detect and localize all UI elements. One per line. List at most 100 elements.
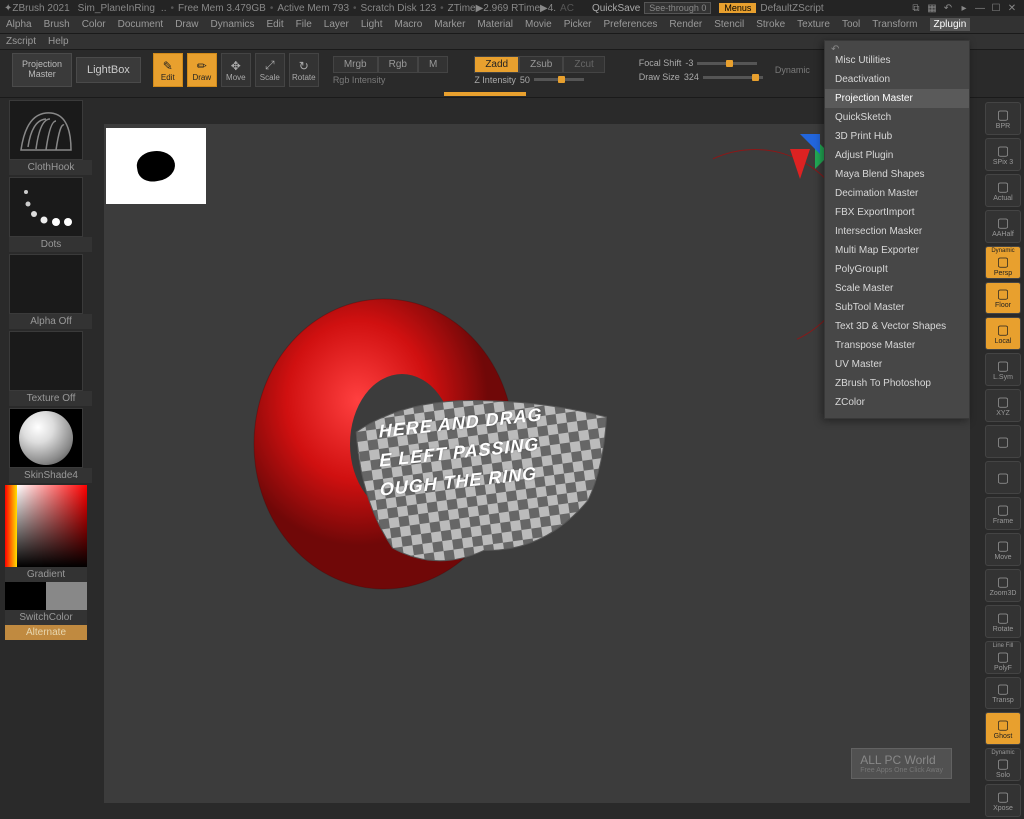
mrgb-button[interactable]: Mrgb [333, 56, 378, 73]
switchcolor-button[interactable]: SwitchColor [5, 610, 87, 625]
zadd-button[interactable]: Zadd [474, 56, 519, 73]
plugin-zcolor[interactable]: ZColor [825, 393, 969, 412]
z-intensity-slider[interactable] [534, 78, 584, 81]
menu-picker[interactable]: Picker [564, 19, 592, 30]
plugin-zbrush-to-photoshop[interactable]: ZBrush To Photoshop [825, 374, 969, 393]
menu-zscript[interactable]: Zscript [6, 36, 36, 47]
menus-toggle[interactable]: Menus [719, 3, 756, 13]
plugin-maya-blend-shapes[interactable]: Maya Blend Shapes [825, 165, 969, 184]
z-intensity-value[interactable]: 50 [520, 75, 530, 85]
projection-master-button[interactable]: Projection Master [12, 53, 72, 87]
local-button[interactable]: ▢Local [985, 317, 1021, 350]
target-button[interactable]: ▢ [985, 461, 1021, 494]
arrow-icon[interactable]: ▸ [957, 2, 971, 14]
gradient-label[interactable]: Gradient [5, 567, 87, 582]
layout2-icon[interactable]: ▦ [925, 2, 939, 14]
menu-alpha[interactable]: Alpha [6, 19, 32, 30]
plugin-polygroupit[interactable]: PolyGroupIt [825, 260, 969, 279]
menu-material[interactable]: Material [477, 19, 513, 30]
layout-icon[interactable]: ⧉ [909, 2, 923, 14]
plugin-intersection-masker[interactable]: Intersection Masker [825, 222, 969, 241]
menu-stencil[interactable]: Stencil [714, 19, 744, 30]
menu-edit[interactable]: Edit [266, 19, 283, 30]
floor-button[interactable]: ▢Floor [985, 282, 1021, 315]
solo-button[interactable]: Dynamic▢Solo [985, 748, 1021, 781]
ghost-button[interactable]: ▢Ghost [985, 712, 1021, 745]
default-zscript[interactable]: DefaultZScript [760, 3, 823, 14]
menu-render[interactable]: Render [669, 19, 702, 30]
plugin-projection-master[interactable]: Projection Master [825, 89, 969, 108]
minimize-icon[interactable]: — [973, 2, 987, 14]
menu-texture[interactable]: Texture [797, 19, 830, 30]
zsub-button[interactable]: Zsub [519, 56, 563, 73]
plugin-adjust-plugin[interactable]: Adjust Plugin [825, 146, 969, 165]
menu-zplugin[interactable]: Zplugin [930, 18, 971, 31]
plugin-quicksketch[interactable]: QuickSketch [825, 108, 969, 127]
scale-mode-button[interactable]: ⤢Scale [255, 53, 285, 87]
color-swatch[interactable] [5, 582, 87, 610]
menu-movie[interactable]: Movie [525, 19, 552, 30]
zcut-button[interactable]: Zcut [563, 56, 604, 73]
reload-button[interactable]: ▢ [985, 425, 1021, 458]
edit-mode-button[interactable]: ✎Edit [153, 53, 183, 87]
frame-button[interactable]: ▢Frame [985, 497, 1021, 530]
menu-layer[interactable]: Layer [324, 19, 349, 30]
color-picker[interactable] [5, 485, 87, 567]
menu-draw[interactable]: Draw [175, 19, 198, 30]
menu-transform[interactable]: Transform [872, 19, 917, 30]
alpha-preview[interactable] [106, 128, 206, 204]
plugin-subtool-master[interactable]: SubTool Master [825, 298, 969, 317]
movecam-button[interactable]: ▢Move [985, 533, 1021, 566]
maximize-icon[interactable]: ☐ [989, 2, 1003, 14]
material-thumbnail[interactable] [9, 408, 83, 468]
menu-light[interactable]: Light [361, 19, 383, 30]
draw-size-slider[interactable] [703, 76, 763, 79]
transp-button[interactable]: ▢Transp [985, 677, 1021, 710]
axis-gizmo[interactable] [770, 134, 830, 194]
stroke-thumbnail[interactable] [9, 177, 83, 237]
brush-thumbnail[interactable] [9, 100, 83, 160]
plugin-fbx-exportimport[interactable]: FBX ExportImport [825, 203, 969, 222]
zoom3d-button[interactable]: ▢Zoom3D [985, 569, 1021, 602]
dynamic-label[interactable]: Dynamic [775, 65, 810, 75]
menu-help[interactable]: Help [48, 36, 69, 47]
xyz-button[interactable]: ▢XYZ [985, 389, 1021, 422]
plugin-text-3d-vector-shapes[interactable]: Text 3D & Vector Shapes [825, 317, 969, 336]
m-button[interactable]: M [418, 56, 448, 73]
close-icon[interactable]: ✕ [1005, 2, 1019, 14]
seethrough-slider[interactable]: See-through 0 [644, 2, 711, 14]
menu-preferences[interactable]: Preferences [603, 19, 657, 30]
focal-shift-slider[interactable] [697, 62, 757, 65]
lsym-button[interactable]: ▢L.Sym [985, 353, 1021, 386]
lightbox-button[interactable]: LightBox [76, 57, 141, 83]
bpr-button[interactable]: ▢BPR [985, 102, 1021, 135]
quicksave-button[interactable]: QuickSave [592, 3, 640, 14]
rotate-mode-button[interactable]: ↻Rotate [289, 53, 319, 87]
menu-file[interactable]: File [296, 19, 312, 30]
menu-stroke[interactable]: Stroke [756, 19, 785, 30]
plugin-transpose-master[interactable]: Transpose Master [825, 336, 969, 355]
persp-button[interactable]: Dynamic▢Persp [985, 246, 1021, 279]
spix-button[interactable]: ▢SPix 3 [985, 138, 1021, 171]
menu-dynamics[interactable]: Dynamics [211, 19, 255, 30]
plugin-uv-master[interactable]: UV Master [825, 355, 969, 374]
menu-brush[interactable]: Brush [44, 19, 70, 30]
plugin-multi-map-exporter[interactable]: Multi Map Exporter [825, 241, 969, 260]
plugin-deactivation[interactable]: Deactivation [825, 70, 969, 89]
focal-shift-value[interactable]: -3 [685, 58, 693, 68]
plugin-3d-print-hub[interactable]: 3D Print Hub [825, 127, 969, 146]
plugin-scale-master[interactable]: Scale Master [825, 279, 969, 298]
menu-tool[interactable]: Tool [842, 19, 860, 30]
xpose-button[interactable]: ▢Xpose [985, 784, 1021, 817]
actual-button[interactable]: ▢Actual [985, 174, 1021, 207]
rotatecam-button[interactable]: ▢Rotate [985, 605, 1021, 638]
rgb-button[interactable]: Rgb [378, 56, 418, 73]
menu-document[interactable]: Document [118, 19, 164, 30]
draw-mode-button[interactable]: ✏Draw [187, 53, 217, 87]
alternate-button[interactable]: Alternate [5, 625, 87, 640]
menu-color[interactable]: Color [82, 19, 106, 30]
texture-thumbnail[interactable] [9, 331, 83, 391]
plugin-decimation-master[interactable]: Decimation Master [825, 184, 969, 203]
alpha-thumbnail[interactable] [9, 254, 83, 314]
polyf-button[interactable]: Line Fill▢PolyF [985, 641, 1021, 674]
